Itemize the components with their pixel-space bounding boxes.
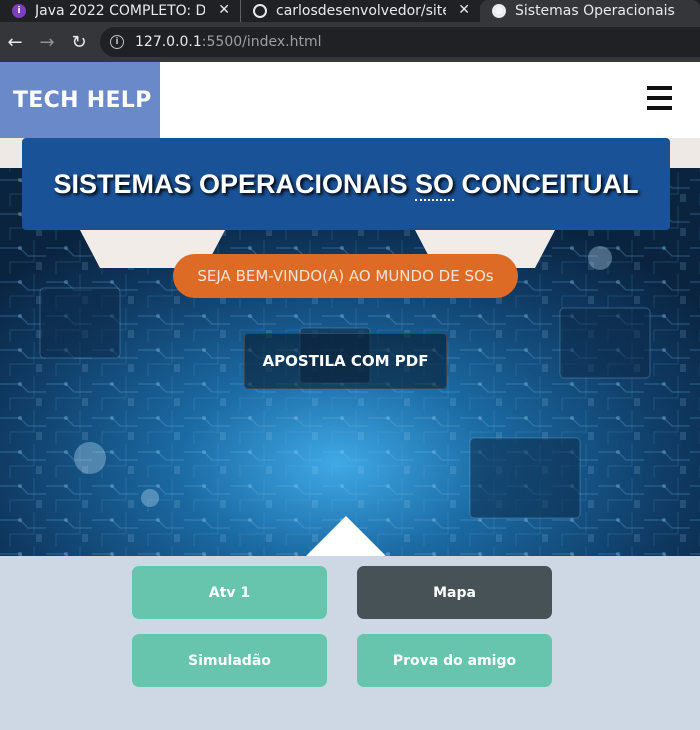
back-arrow-icon[interactable]: ← xyxy=(0,27,30,57)
url-host: 127.0.0.1 xyxy=(135,34,202,50)
page-title-banner: SISTEMAS OPERACIONAIS SO CONCEITUAL xyxy=(22,138,670,230)
github-icon xyxy=(253,4,267,18)
url-field[interactable]: i 127.0.0.1:5500/index.html xyxy=(100,27,700,57)
close-icon[interactable]: ✕ xyxy=(458,2,470,18)
reload-icon[interactable]: ↻ xyxy=(64,27,94,57)
site-navbar: TECH HELP xyxy=(0,62,700,138)
prova-do-amigo-button[interactable]: Prova do amigo xyxy=(357,634,552,687)
url-path: :5500/index.html xyxy=(201,34,322,50)
browser-tab-active[interactable]: ◍ Sistemas Operacionais xyxy=(480,0,700,22)
apostila-pdf-button[interactable]: APOSTILA COM PDF xyxy=(244,333,447,389)
page-title: SISTEMAS OPERACIONAIS SO CONCEITUAL xyxy=(53,168,639,201)
tab-label: Java 2022 COMPLETO: Do xyxy=(35,3,205,19)
mapa-button[interactable]: Mapa xyxy=(357,566,552,619)
hero-banner: SISTEMAS OPERACIONAIS SO CONCEITUAL SEJA… xyxy=(0,138,700,556)
atv-1-button[interactable]: Atv 1 xyxy=(132,566,327,619)
address-bar: ← → ↻ i 127.0.0.1:5500/index.html xyxy=(0,22,700,62)
site-brand[interactable]: TECH HELP xyxy=(0,62,160,138)
browser-tab-2[interactable]: carlosdesenvolvedor/site ✕ xyxy=(240,0,480,22)
browser-tab-1[interactable]: i Java 2022 COMPLETO: Do ✕ xyxy=(0,0,240,22)
close-icon[interactable]: ✕ xyxy=(218,2,230,18)
hamburger-menu-icon[interactable] xyxy=(647,86,672,110)
welcome-pill: SEJA BEM-VINDO(A) AO MUNDO DE SOs xyxy=(173,254,518,298)
simuladao-button[interactable]: Simuladão xyxy=(132,634,327,687)
tab-label: carlosdesenvolvedor/site xyxy=(276,3,446,19)
tab-label: Sistemas Operacionais xyxy=(515,3,675,19)
app-icon: i xyxy=(12,4,26,18)
info-icon[interactable]: i xyxy=(110,35,124,49)
so-abbreviation: SO xyxy=(415,168,455,201)
page-viewport: TECH HELP SISTEMAS OPERACIONAIS SO CONCE… xyxy=(0,62,700,730)
globe-icon: ◍ xyxy=(492,4,506,18)
forward-arrow-icon[interactable]: → xyxy=(32,27,62,57)
browser-tab-strip: i Java 2022 COMPLETO: Do ✕ carlosdesenvo… xyxy=(0,0,700,22)
